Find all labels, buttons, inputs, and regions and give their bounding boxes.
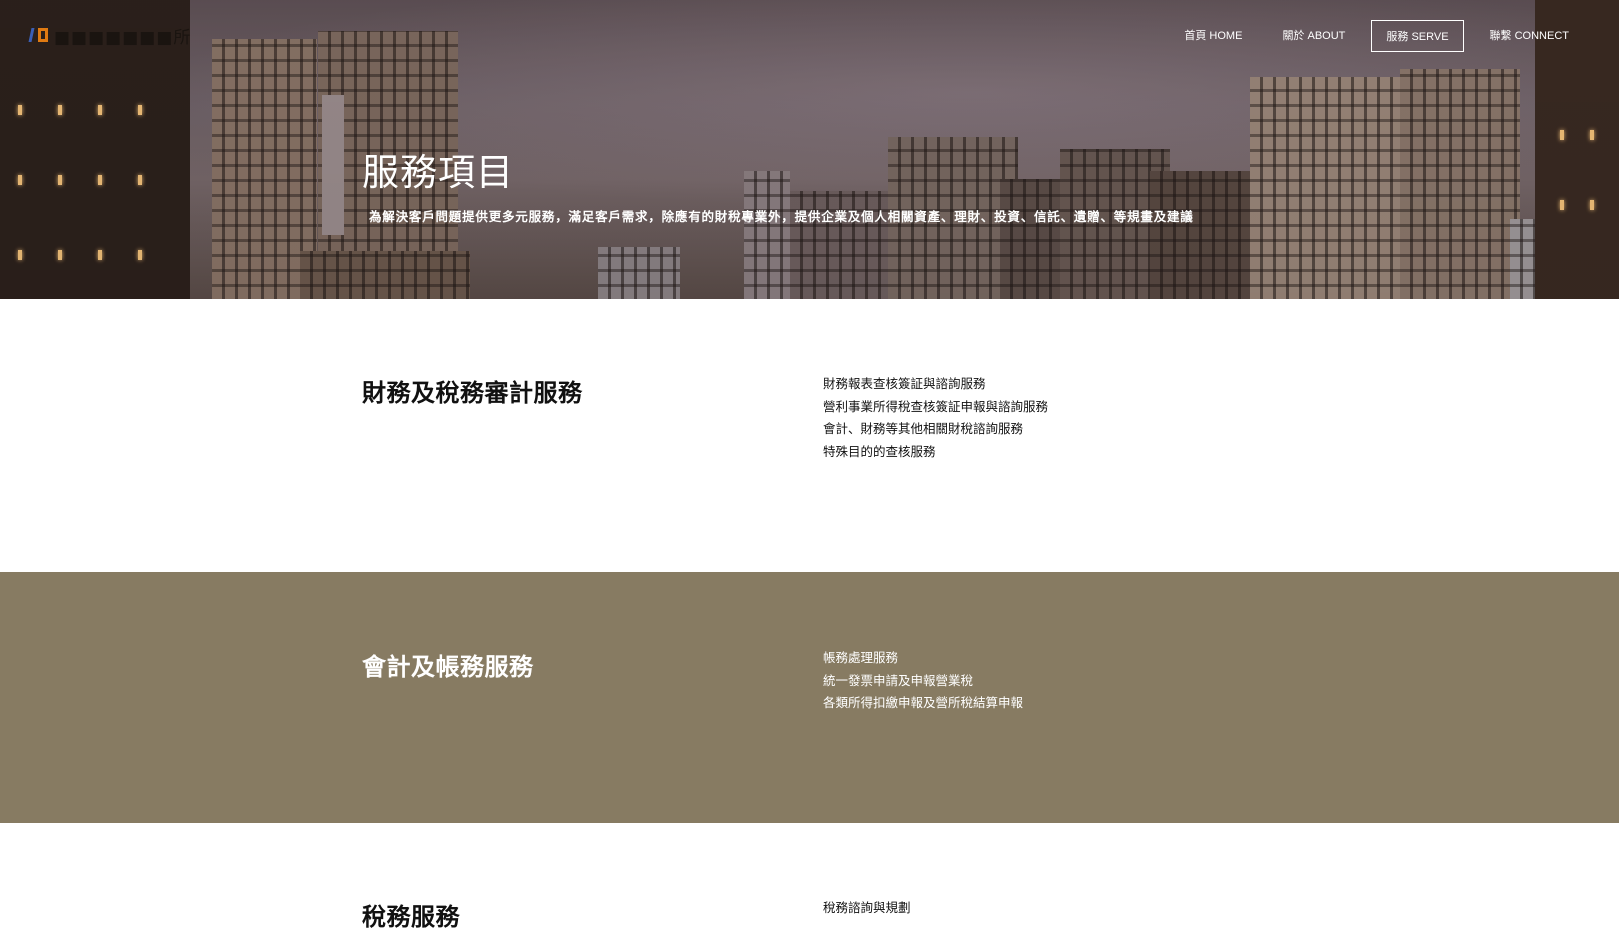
section-title: 財務及稅務審計服務 — [362, 379, 583, 407]
section-title: 會計及帳務服務 — [362, 653, 534, 681]
list-item: 會計、財務等其他相關財稅諮詢服務 — [823, 421, 1024, 436]
hero-banner: ■■■■■■■所 首頁 HOME 關於 ABOUT 服務 SERVE 聯繫 CO… — [0, 0, 1619, 299]
main-nav: 首頁 HOME 關於 ABOUT 服務 SERVE 聯繫 CONNECT — [1170, 20, 1583, 52]
service-section-tax: 稅務服務 稅務諮詢與規劃 — [0, 823, 1619, 931]
nav-home[interactable]: 首頁 HOME — [1170, 20, 1256, 52]
nav-about[interactable]: 關於 ABOUT — [1268, 20, 1359, 52]
site-logo[interactable]: ■■■■■■■所 — [28, 24, 192, 48]
list-item: 各類所得扣繳申報及營所稅結算申報 — [823, 695, 1024, 710]
service-section-accounting: 會計及帳務服務 帳務處理服務 統一發票申請及申報營業稅 各類所得扣繳申報及營所稅… — [0, 572, 1619, 823]
nav-connect[interactable]: 聯繫 CONNECT — [1476, 20, 1583, 52]
nav-serve[interactable]: 服務 SERVE — [1371, 20, 1464, 52]
service-list: 稅務諮詢與規劃 — [823, 897, 911, 920]
page-title: 服務項目 — [362, 151, 514, 194]
logo-text: ■■■■■■■所 — [54, 27, 192, 48]
page-subtitle: 為解決客戶問題提供更多元服務，滿足客戶需求，除應有的財稅專業外，提供企業及個人相… — [369, 209, 1194, 224]
list-item: 稅務諮詢與規劃 — [823, 900, 911, 915]
list-item: 營利事業所得稅查核簽証申報與諮詢服務 — [823, 398, 1049, 414]
service-list: 財務報表查核簽証與諮詢服務 營利事業所得稅查核簽証申報與諮詢服務 會計、財務等其… — [823, 373, 1048, 463]
list-item: 財務報表查核簽証與諮詢服務 — [823, 376, 986, 391]
section-title: 稅務服務 — [362, 903, 460, 931]
service-list: 帳務處理服務 統一發票申請及申報營業稅 各類所得扣繳申報及營所稅結算申報 — [823, 647, 1023, 715]
logo-mark-icon — [28, 26, 48, 44]
list-item: 特殊目的的查核服務 — [823, 443, 936, 459]
list-item: 帳務處理服務 — [823, 650, 899, 665]
list-item: 統一發票申請及申報營業稅 — [823, 672, 974, 688]
service-section-audit: 財務及稅務審計服務 財務報表查核簽証與諮詢服務 營利事業所得稅查核簽証申報與諮詢… — [0, 299, 1619, 572]
